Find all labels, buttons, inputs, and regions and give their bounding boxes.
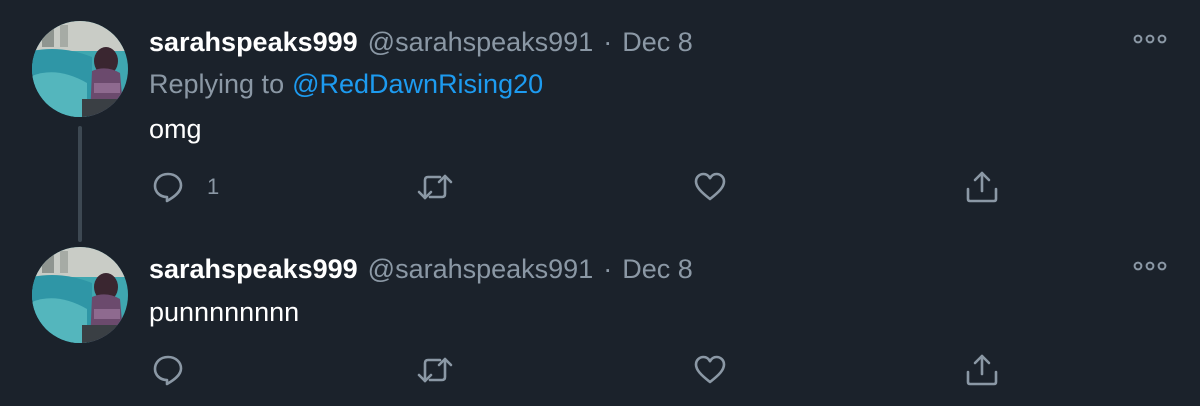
retweet-icon xyxy=(417,357,453,383)
user-handle[interactable]: @sarahspeaks991 xyxy=(368,27,594,58)
reply-icon xyxy=(153,172,183,203)
more-options-button[interactable] xyxy=(1130,256,1170,276)
more-icon xyxy=(1133,34,1167,44)
tweet-actions xyxy=(0,348,1200,392)
retweet-icon xyxy=(417,174,453,200)
tweet-actions: 1 xyxy=(0,165,1200,209)
user-handle[interactable]: @sarahspeaks991 xyxy=(368,254,594,285)
more-options-button[interactable] xyxy=(1130,29,1170,49)
replying-to-line: Replying to @RedDawnRising20 xyxy=(149,69,543,100)
heart-icon xyxy=(694,355,726,384)
retweet-button[interactable] xyxy=(416,348,454,392)
reply-button[interactable] xyxy=(151,348,185,392)
separator-dot: · xyxy=(603,253,613,284)
tweet[interactable]: sarahspeaks999 @sarahspeaks991 · Dec 8 p… xyxy=(0,235,1200,406)
reply-button[interactable]: 1 xyxy=(151,165,219,209)
share-icon xyxy=(966,354,998,386)
replying-to-label: Replying to xyxy=(149,69,285,99)
display-name[interactable]: sarahspeaks999 xyxy=(149,27,358,58)
share-button[interactable] xyxy=(964,348,1000,392)
tweet-date[interactable]: Dec 8 xyxy=(622,27,693,58)
share-icon xyxy=(966,171,998,203)
like-button[interactable] xyxy=(693,165,727,209)
avatar[interactable] xyxy=(32,21,128,117)
avatar[interactable] xyxy=(32,247,128,343)
display-name[interactable]: sarahspeaks999 xyxy=(149,254,358,285)
tweet-date[interactable]: Dec 8 xyxy=(622,254,693,285)
replying-to-mention[interactable]: @RedDawnRising20 xyxy=(292,69,543,99)
tweet[interactable]: sarahspeaks999 @sarahspeaks991 · Dec 8 R… xyxy=(0,0,1200,242)
retweet-button[interactable] xyxy=(416,165,454,209)
tweet-text: punnnnnnnn xyxy=(149,297,300,327)
separator-dot: · xyxy=(603,26,613,57)
more-icon xyxy=(1133,261,1167,271)
tweet-header: sarahspeaks999 @sarahspeaks991 · Dec 8 xyxy=(149,25,693,59)
like-button[interactable] xyxy=(693,348,727,392)
share-button[interactable] xyxy=(964,165,1000,209)
reply-icon xyxy=(153,355,183,386)
tweet-text: omg xyxy=(149,114,202,144)
reply-count: 1 xyxy=(207,174,220,199)
tweet-header: sarahspeaks999 @sarahspeaks991 · Dec 8 xyxy=(149,252,693,286)
heart-icon xyxy=(694,172,726,201)
